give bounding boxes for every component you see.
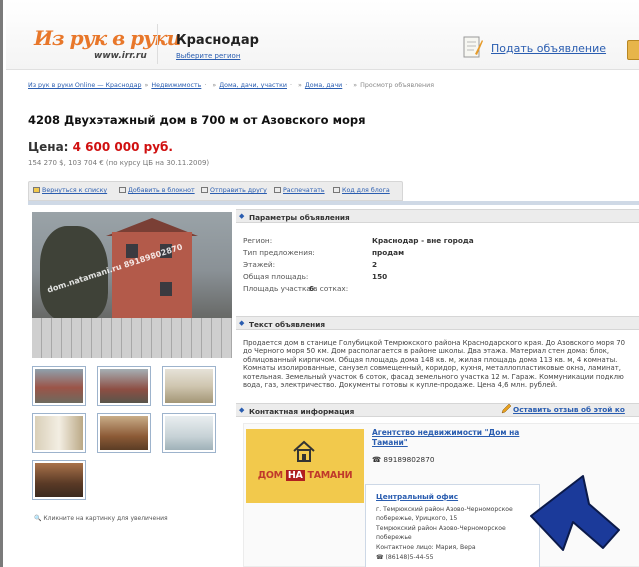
post-ad-link[interactable]: Подать объявление: [491, 42, 606, 55]
agency-phone: ☎ 89189802870: [372, 455, 435, 464]
param-value: 2: [372, 260, 378, 269]
param-value: продам: [372, 248, 405, 257]
description-line: вода, газ, электричество. Документы гото…: [243, 381, 558, 390]
city-name: Краснодар: [176, 33, 259, 48]
site-logo[interactable]: Из рук в руки: [34, 26, 181, 50]
breadcrumb: Из рук в руки Online — Краснодар» Недвижи…: [28, 82, 435, 89]
office-contact-person: Контактное лицо: Мария, Вера: [376, 544, 476, 551]
agency-logo-na: НА: [285, 470, 305, 481]
params-section-title: Параметры объявления: [249, 212, 350, 222]
blog-code-button[interactable]: Код для блога: [333, 187, 390, 194]
price-label: Цена:: [28, 140, 69, 154]
add-to-notebook-label: Добавить в блокнот: [128, 187, 195, 194]
thumbnail[interactable]: [97, 413, 151, 453]
office-phone: ☎ (86148)5-44-55: [376, 554, 433, 561]
thumbnail[interactable]: [32, 366, 86, 406]
back-to-list-label: Вернуться к списку: [42, 187, 108, 194]
notebook-icon: [119, 187, 126, 193]
office-phone-number: (86148)5-44-55: [385, 554, 434, 561]
site-logo-url: www.irr.ru: [94, 51, 147, 61]
office-card: Центральный офис г. Темрюкский район Азо…: [365, 484, 540, 567]
breadcrumb-realty[interactable]: Недвижимость: [151, 82, 201, 89]
thumbnail[interactable]: [32, 460, 86, 500]
params-section-header: ◆ Параметры объявления: [236, 209, 639, 223]
leave-review-link[interactable]: Оставить отзыв об этой ко: [513, 405, 625, 414]
breadcrumb-houses[interactable]: Дома, дачи: [305, 82, 342, 89]
price-conversion: 154 270 $, 103 704 € (по курсу ЦБ на 30.…: [28, 159, 210, 167]
house-icon: [293, 440, 315, 462]
thumbnail[interactable]: [97, 366, 151, 406]
agency-phone-number: 89189802870: [383, 455, 435, 464]
blog-code-label: Код для блога: [342, 187, 390, 194]
param-value: Краснодар - вне города: [372, 236, 474, 245]
agency-logo-left: ДОМ: [257, 470, 283, 481]
pencil-icon: [501, 404, 511, 414]
page-frame: Из рук в руки www.irr.ru Краснодар Выбер…: [0, 0, 639, 567]
description-line: котельная. Земельный участок 6 соток, фа…: [243, 372, 624, 381]
description-line: облицованный кирпичом. Общая площадь дом…: [243, 355, 618, 364]
send-to-friend-button[interactable]: Отправить другу: [201, 187, 267, 194]
param-key: Тип предложения:: [243, 248, 315, 257]
list-icon: [33, 187, 40, 193]
back-to-list-button[interactable]: Вернуться к списку: [33, 187, 107, 194]
text-section-title: Текст объявления: [249, 319, 326, 329]
phone-icon: ☎: [372, 455, 384, 464]
zoom-hint-label: Кликните на картинку для увеличения: [43, 515, 168, 522]
breadcrumb-home[interactable]: Из рук в руки Online — Краснодар: [28, 82, 142, 89]
print-button[interactable]: Распечатать: [274, 187, 325, 194]
zoom-hint: 🔍 Кликните на картинку для увеличения: [34, 515, 168, 522]
param-key: Площадь участка в сотках:: [243, 284, 349, 293]
agency-logo-text: ДОМ НА ТАМАНИ: [246, 470, 364, 481]
print-label: Распечатать: [283, 187, 325, 194]
contact-section-title: Контактная информация: [249, 406, 355, 416]
post-ad-icon[interactable]: [461, 34, 483, 60]
breadcrumb-houses-plots[interactable]: Дома, дачи, участки: [219, 82, 287, 89]
toolbar-underline: [28, 201, 639, 205]
text-section-header: ◆ Текст объявления: [236, 316, 639, 330]
price-value: 4 600 000 руб.: [72, 140, 173, 154]
pointer-arrow-icon: [530, 475, 620, 551]
phone-icon: ☎: [376, 554, 386, 561]
office-address-line: побережье: [376, 534, 412, 541]
thumbnail[interactable]: [162, 413, 216, 453]
description-line: Комнаты изолированные, санузел совмещенн…: [243, 364, 621, 373]
thumbnail[interactable]: [32, 413, 86, 453]
price: Цена: 4 600 000 руб.: [28, 140, 173, 154]
param-value: 6: [309, 284, 315, 293]
param-key: Регион:: [243, 236, 273, 245]
agency-logo-right: ТАМАНИ: [307, 470, 353, 481]
header-divider: [157, 24, 158, 64]
param-key: Общая площадь:: [243, 272, 309, 281]
agency-name-link[interactable]: Агентство недвижимости "Дом на Тамани": [372, 428, 552, 448]
envelope-icon: [201, 187, 208, 193]
main-photo[interactable]: dom.natamani.ru 89189802870: [32, 212, 232, 358]
office-address-line: Темрюкский район Азово-Черноморское: [376, 525, 506, 532]
photo-fence: [32, 318, 232, 358]
ad-toolbar: Вернуться к списку Добавить в блокнот От…: [28, 181, 403, 201]
breadcrumb-current: Просмотр объявления: [360, 82, 435, 89]
thumbnail[interactable]: [162, 366, 216, 406]
code-icon: [333, 187, 340, 193]
bullet-icon: ◆: [239, 406, 245, 414]
agency-logo[interactable]: ДОМ НА ТАМАНИ: [246, 429, 364, 503]
choose-region-link[interactable]: Выберите регион: [176, 52, 240, 60]
bullet-icon: ◆: [239, 319, 245, 327]
add-to-notebook-button[interactable]: Добавить в блокнот: [119, 187, 195, 194]
magnifier-icon: 🔍: [34, 515, 44, 522]
ad-description: Продается дом в станице Голубицкой Темрю…: [243, 339, 639, 389]
description-line: до Черного моря 50 км. Дом располагается…: [243, 347, 610, 356]
office-title-link[interactable]: Центральный офис: [376, 492, 458, 501]
param-value: 150: [372, 272, 388, 281]
send-to-friend-label: Отправить другу: [210, 187, 267, 194]
page-title: 4208 Двухэтажный дом в 700 м от Азовског…: [28, 113, 366, 127]
office-address-line: побережье, Урицкого, 15: [376, 515, 458, 522]
office-address-line: г. Темрюкский район Азово-Черноморское: [376, 506, 513, 513]
site-header: Из рук в руки www.irr.ru Краснодар Выбер…: [6, 0, 639, 70]
folder-icon[interactable]: [627, 40, 639, 60]
photo-window: [160, 282, 172, 296]
printer-icon: [274, 187, 281, 193]
param-key: Этажей:: [243, 260, 276, 269]
bullet-icon: ◆: [239, 212, 245, 220]
description-line: Продается дом в станице Голубицкой Темрю…: [243, 339, 625, 347]
